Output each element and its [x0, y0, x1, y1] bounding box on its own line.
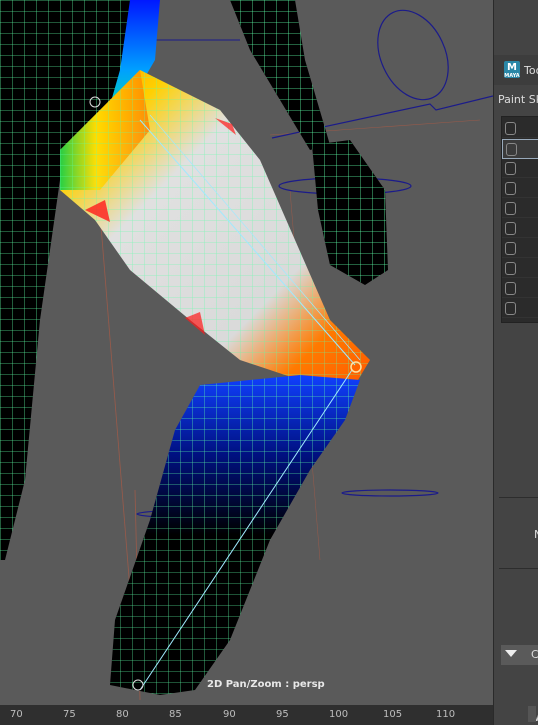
- timeline-tick: 75: [63, 709, 76, 720]
- influence-row[interactable]: [502, 119, 538, 138]
- influence-row[interactable]: [502, 299, 538, 318]
- joint-icon: [505, 202, 516, 215]
- timeline-tick: 95: [276, 709, 289, 720]
- timeline-tick: 110: [436, 709, 456, 720]
- timeline-tick: 70: [10, 709, 23, 720]
- joint-icon: [505, 122, 516, 135]
- divider: [499, 497, 538, 498]
- joint-icon: [506, 143, 517, 156]
- influence-list[interactable]: [501, 116, 538, 323]
- joint-icon: [505, 182, 516, 195]
- logo-letter: M: [507, 62, 517, 73]
- side-label-n: N: [534, 528, 538, 541]
- influence-row[interactable]: [502, 179, 538, 198]
- tool-name-label: Paint Sk: [498, 93, 538, 106]
- window-title: Too: [524, 64, 538, 77]
- joint-icon: [505, 222, 516, 235]
- collapse-arrow-icon: [505, 650, 517, 657]
- influence-row[interactable]: [502, 199, 538, 218]
- influence-row[interactable]: [502, 219, 538, 238]
- influence-row[interactable]: [502, 259, 538, 278]
- influence-row[interactable]: [502, 159, 538, 178]
- timeline-tick: 100: [329, 709, 349, 720]
- tool-settings-panel: M MAYA Too Paint Sk N C W: [493, 0, 538, 725]
- timeline-tick: 90: [223, 709, 236, 720]
- timeline-tick: 105: [383, 709, 403, 720]
- maya-logo-icon: M MAYA: [504, 61, 520, 79]
- joint-icon: [505, 262, 516, 275]
- influence-row[interactable]: [502, 279, 538, 298]
- divider: [499, 568, 538, 569]
- viewport-scene: [0, 0, 493, 701]
- section-label: C: [531, 648, 538, 661]
- time-slider[interactable]: 70 75 80 85 90 95 100 105 110: [0, 705, 493, 725]
- 3d-viewport[interactable]: 2D Pan/Zoom : persp: [0, 0, 493, 705]
- joint-icon: [505, 242, 516, 255]
- joint-icon: [505, 282, 516, 295]
- timeline-tick: 80: [116, 709, 129, 720]
- influence-row[interactable]: [502, 239, 538, 258]
- influence-row-selected[interactable]: [502, 139, 538, 159]
- logo-subtext: MAYA: [504, 73, 520, 79]
- viewport-hud-label: 2D Pan/Zoom : persp: [207, 679, 325, 690]
- scrollbar[interactable]: [528, 706, 536, 722]
- section-collapse-header[interactable]: C: [501, 645, 538, 665]
- joint-icon: [505, 302, 516, 315]
- timeline-tick: 85: [169, 709, 182, 720]
- joint-icon: [505, 162, 516, 175]
